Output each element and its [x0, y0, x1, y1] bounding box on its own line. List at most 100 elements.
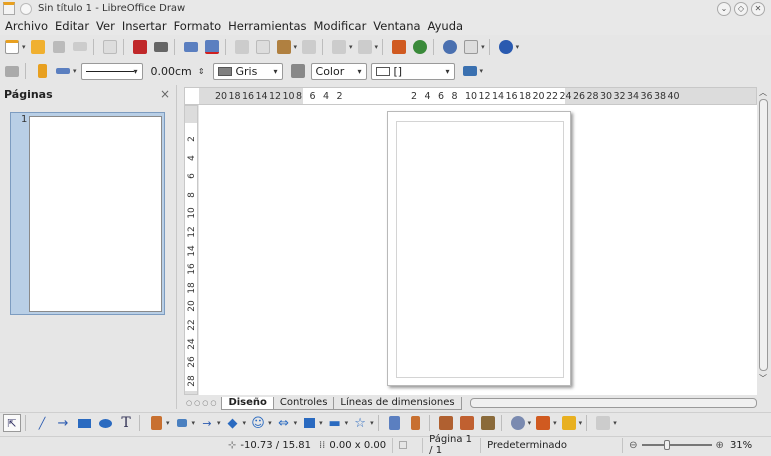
glue-point-icon — [411, 416, 421, 430]
menu-insertar[interactable]: Insertar — [122, 19, 167, 33]
navigator-button[interactable] — [411, 38, 429, 56]
vertical-scroll-thumb[interactable] — [759, 99, 768, 371]
paste-button[interactable] — [275, 38, 293, 56]
size-value: 0.00 x 0.00 — [329, 439, 387, 451]
maximize-button[interactable]: ◇ — [734, 1, 748, 16]
tab-lineas-de-dimensiones[interactable]: Líneas de dimensiones — [333, 396, 462, 410]
curve-tool-button[interactable] — [147, 414, 165, 432]
shadow-button[interactable] — [461, 62, 479, 80]
color-mode-select[interactable]: Color ▾ — [310, 62, 367, 80]
styles-button[interactable] — [3, 62, 21, 80]
first-tab-icon[interactable]: ○ — [186, 399, 192, 407]
separator — [428, 415, 430, 431]
scroll-down-icon[interactable]: ﹀ — [759, 373, 767, 384]
document-modified-indicator[interactable] — [393, 437, 424, 453]
fill-bucket-button[interactable] — [289, 62, 307, 80]
gallery-button[interactable] — [441, 38, 459, 56]
menu-ventana[interactable]: Ventana — [373, 19, 420, 33]
zoom-slider-knob[interactable] — [663, 440, 670, 450]
zoom-in-icon[interactable]: ⊕ — [716, 440, 724, 451]
horizontal-ruler[interactable]: 20 18 16 14 12 10 8 6 4 2 2 4 6 8 10 12 14 16 18 20 22 24 26 28… — [184, 87, 757, 105]
connector-tool-button[interactable] — [173, 414, 191, 432]
pdf-icon — [132, 39, 147, 54]
select-button[interactable]: ⇱ — [3, 414, 21, 432]
clone-formatting-button[interactable] — [300, 38, 318, 56]
cut-button[interactable] — [233, 38, 251, 56]
email-button[interactable] — [71, 38, 89, 56]
block-arrows-button[interactable]: ⇔ — [275, 414, 293, 432]
close-button[interactable]: ✕ — [751, 1, 765, 16]
lines-arrows-button[interactable]: → — [198, 414, 216, 432]
minimize-button[interactable]: ⌄ — [717, 1, 731, 16]
flowchart-button[interactable] — [300, 414, 318, 432]
print-button[interactable] — [152, 38, 170, 56]
menu-herramientas[interactable]: Herramientas — [228, 19, 306, 33]
last-tab-icon[interactable]: ○ — [210, 399, 216, 407]
line-tool-button[interactable]: ╱ — [33, 414, 51, 432]
new-document-button[interactable] — [3, 38, 21, 56]
diamond-icon: ◆ — [227, 415, 238, 431]
spellcheck-button[interactable] — [182, 38, 200, 56]
gallery-tool-button[interactable] — [479, 414, 497, 432]
menu-editar[interactable]: Editar — [55, 19, 89, 33]
open-button[interactable] — [29, 38, 47, 56]
extrusion-button[interactable] — [594, 414, 612, 432]
rotate-button[interactable] — [509, 414, 527, 432]
stars-button[interactable]: ☆ — [351, 414, 369, 432]
zoom-button[interactable] — [462, 38, 480, 56]
save-button[interactable] — [50, 38, 68, 56]
arrow-tool-button[interactable]: → — [54, 414, 72, 432]
fontwork-button[interactable] — [437, 414, 455, 432]
basic-shapes-button[interactable]: ◆ — [224, 414, 242, 432]
scroll-up-icon[interactable]: ︿ — [759, 87, 767, 98]
text-icon: T — [121, 415, 131, 431]
export-pdf-button[interactable] — [131, 38, 149, 56]
glue-points-button[interactable] — [407, 414, 425, 432]
vertical-scrollbar[interactable]: ︿ ﹀ — [757, 87, 770, 399]
window-title: Sin título 1 - LibreOffice Draw — [38, 3, 186, 14]
horizontal-scrollbar[interactable] — [469, 398, 757, 408]
points-button[interactable] — [386, 414, 404, 432]
zoom-out-icon[interactable]: ⊖ — [629, 440, 637, 451]
from-file-button[interactable] — [458, 414, 476, 432]
zoom-value[interactable]: 31% — [730, 440, 752, 451]
line-button[interactable] — [33, 62, 51, 80]
symbol-shapes-button[interactable]: ☺ — [249, 414, 267, 432]
line-width-value: 0.00cm — [150, 64, 192, 78]
align-button[interactable] — [534, 414, 552, 432]
prev-tab-icon[interactable]: ○ — [194, 399, 200, 407]
vertical-ruler[interactable]: 2 4 6 8 10 12 14 16 18 20 22 24 26 28 — [184, 105, 198, 395]
close-icon[interactable]: × — [160, 87, 170, 101]
callouts-button[interactable]: ▬ — [326, 414, 344, 432]
redo-button[interactable] — [356, 38, 374, 56]
tab-diseno[interactable]: Diseño — [221, 396, 274, 410]
shadow-select[interactable]: [] ▾ — [370, 62, 455, 80]
copy-button[interactable] — [254, 38, 272, 56]
menu-ayuda[interactable]: Ayuda — [428, 19, 464, 33]
line-width-field[interactable]: 0.00cm ⇕ — [147, 63, 209, 80]
arrow-style-button[interactable] — [54, 62, 72, 80]
edit-mode-button[interactable] — [101, 38, 119, 56]
page-thumbnail[interactable]: 1 — [10, 112, 165, 315]
drawing-page[interactable] — [387, 111, 571, 386]
window-menu-icon[interactable] — [20, 2, 32, 15]
undo-button[interactable] — [330, 38, 348, 56]
line-tool-icon: ╱ — [38, 416, 46, 430]
zoom-slider[interactable] — [641, 440, 712, 450]
arrange-button[interactable] — [560, 414, 578, 432]
help-button[interactable] — [497, 38, 515, 56]
tab-controles[interactable]: Controles — [272, 396, 335, 410]
menu-archivo[interactable]: Archivo — [5, 19, 48, 33]
autospell-button[interactable] — [203, 38, 221, 56]
text-tool-button[interactable]: T — [117, 414, 135, 432]
chart-button[interactable] — [390, 38, 408, 56]
menu-modificar[interactable]: Modificar — [314, 19, 367, 33]
drawing-canvas[interactable] — [199, 105, 757, 395]
menu-ver[interactable]: Ver — [96, 19, 115, 33]
rectangle-tool-button[interactable] — [75, 414, 93, 432]
menu-formato[interactable]: Formato — [174, 19, 222, 33]
ellipse-tool-button[interactable] — [96, 414, 114, 432]
fill-color-select[interactable]: Gris ▾ — [212, 62, 283, 80]
next-tab-icon[interactable]: ○ — [202, 399, 208, 407]
line-style-select[interactable]: ▾ — [80, 62, 143, 80]
